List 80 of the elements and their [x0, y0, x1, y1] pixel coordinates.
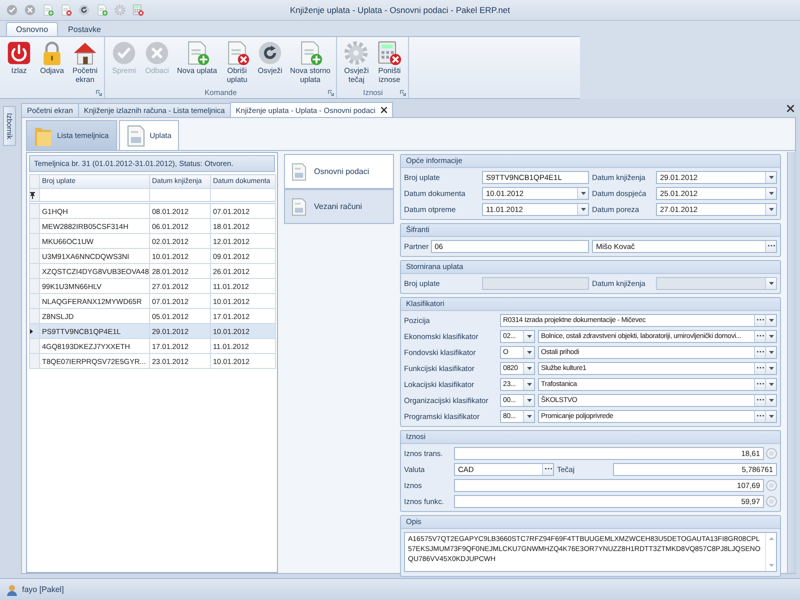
document-plus-icon[interactable]: [96, 4, 108, 16]
ellipsis-button[interactable]: [754, 378, 765, 390]
caret-icon: [768, 176, 774, 178]
form-icon: [291, 162, 307, 180]
document-delete-icon[interactable]: [60, 4, 72, 16]
dialog-launcher-icon[interactable]: [96, 90, 102, 96]
close-icon[interactable]: [787, 105, 794, 112]
caret-icon: [580, 208, 586, 210]
caret-icon: [768, 382, 774, 386]
dropdown-button[interactable]: [765, 314, 776, 326]
dropdown-button[interactable]: [765, 410, 776, 422]
ellipsis-button[interactable]: [754, 410, 765, 422]
caret-icon: [580, 192, 586, 194]
caret-icon: [768, 398, 774, 402]
document-plus-icon[interactable]: [42, 4, 54, 16]
refresh-icon: [257, 40, 284, 66]
window-title: Knjiženje uplata - Uplata - Osnovni podaci - Pakel ERP.net: [290, 5, 510, 15]
ellipsis-button[interactable]: [754, 362, 765, 374]
form-icon: [291, 198, 307, 216]
ellipsis-button[interactable]: [765, 240, 776, 252]
dropdown-button[interactable]: [765, 330, 776, 342]
caret-icon: [768, 192, 774, 194]
caret-icon: [768, 350, 774, 354]
dropdown-button[interactable]: [523, 330, 534, 342]
caret-icon: [526, 334, 532, 338]
ellipsis-button[interactable]: [754, 346, 765, 358]
ellipsis-button[interactable]: [754, 394, 765, 406]
dialog-launcher-icon[interactable]: [400, 90, 406, 96]
caret-icon: [768, 414, 774, 418]
user-name: fayo [Pakel]: [22, 585, 64, 594]
caret-icon: [526, 382, 532, 386]
gear-icon: [343, 40, 370, 66]
ellipsis-button[interactable]: [542, 464, 553, 474]
ribbon-tab[interactable]: Postavke: [58, 22, 111, 36]
check-icon[interactable]: [6, 4, 18, 16]
dropdown-button[interactable]: [765, 378, 776, 390]
ellipsis-button[interactable]: [754, 314, 765, 326]
dropdown-button[interactable]: [765, 188, 776, 198]
filter-cell[interactable]: [210, 188, 276, 202]
calculator-icon: [376, 40, 402, 66]
x-circle-icon: [144, 40, 170, 66]
user-icon: [6, 584, 18, 596]
caret-icon: [526, 398, 532, 402]
caret-icon: [768, 334, 774, 338]
caret-icon: [768, 282, 774, 284]
dropdown-button[interactable]: [577, 188, 588, 198]
caret-icon: [768, 366, 774, 370]
calculator-icon[interactable]: [132, 4, 144, 16]
ribbon-tab[interactable]: Osnovno: [6, 22, 58, 36]
house-icon: [72, 40, 98, 66]
dialog-launcher-icon[interactable]: [328, 90, 334, 96]
dropdown-button[interactable]: [765, 204, 776, 214]
dropdown-button[interactable]: [523, 394, 534, 406]
dropdown-button[interactable]: [523, 378, 534, 390]
dropdown-button[interactable]: [765, 346, 776, 358]
power-icon: [6, 40, 32, 66]
dropdown-button[interactable]: [765, 362, 776, 374]
close-icon[interactable]: [381, 107, 388, 113]
nav-item[interactable]: Vezani računi: [284, 189, 394, 224]
refresh-icon[interactable]: [78, 4, 90, 16]
caret-icon: [526, 414, 532, 418]
nav-item[interactable]: Osnovni podaci: [284, 154, 394, 189]
caret-icon: [526, 366, 532, 370]
caret-icon: [768, 208, 774, 210]
dropdown-button[interactable]: [523, 362, 534, 374]
row-pointer-icon: [30, 328, 33, 334]
filter-cell[interactable]: [150, 188, 210, 202]
form-icon: [126, 124, 145, 146]
dropdown-button[interactable]: [523, 346, 534, 358]
ellipsis-button[interactable]: [754, 330, 765, 342]
check-icon: [111, 40, 137, 66]
caret-icon: [768, 318, 774, 322]
dropdown-button[interactable]: [765, 172, 776, 182]
filter-cell[interactable]: [40, 188, 150, 202]
dropdown-button[interactable]: [523, 410, 534, 422]
dropdown-button[interactable]: [765, 394, 776, 406]
scrollbar[interactable]: [787, 152, 796, 573]
caret-icon: [526, 350, 532, 354]
dropdown-button[interactable]: [577, 204, 588, 214]
pin-icon[interactable]: [30, 192, 35, 198]
